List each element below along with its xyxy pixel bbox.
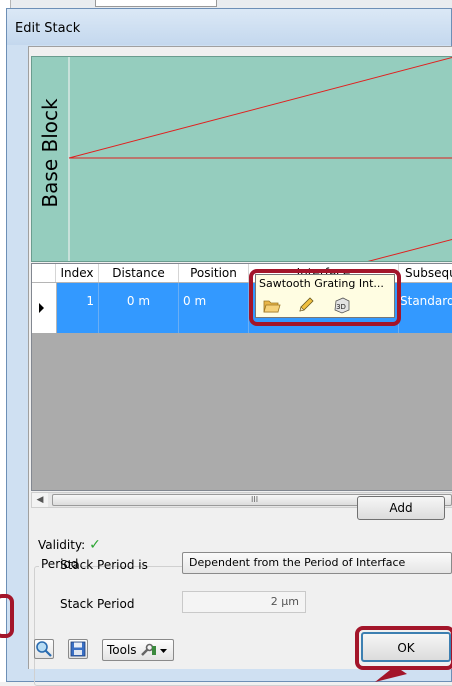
callout-arrow xyxy=(375,666,407,682)
cell-index[interactable]: 1 xyxy=(56,283,99,333)
stack-period-is-label: Stack Period is xyxy=(60,558,148,572)
sawtooth-edge-lower xyxy=(367,239,452,261)
interface-highlight-callout xyxy=(249,269,401,326)
save-button[interactable] xyxy=(68,639,88,659)
add-button[interactable]: Add xyxy=(357,496,445,520)
tools-label: Tools xyxy=(107,643,137,657)
validity-label: Validity: xyxy=(38,538,86,552)
stack-period-dropdown[interactable]: Dependent from the Period of Interface xyxy=(182,552,452,574)
column-header-index[interactable]: Index xyxy=(56,264,99,282)
checkmark-icon: ✓ xyxy=(89,537,101,553)
column-header-subsequent[interactable]: Subsequ xyxy=(399,264,452,282)
sawtooth-edge-upper xyxy=(68,57,452,159)
background-tab xyxy=(95,0,217,7)
title-bar[interactable]: Edit Stack xyxy=(7,9,451,45)
row-header-corner xyxy=(32,264,56,282)
stack-period-field: 2 µm xyxy=(182,591,306,613)
scroll-left-button[interactable]: ◀ xyxy=(32,493,48,507)
dialog-client-area: Base Block Index Distance Position Inter… xyxy=(28,46,452,686)
preview-graphic xyxy=(68,57,452,261)
search-button[interactable] xyxy=(34,639,54,659)
column-header-distance[interactable]: Distance xyxy=(99,264,179,282)
magnifier-icon xyxy=(36,641,52,657)
stack-period-label: Stack Period xyxy=(60,597,135,611)
tools-menu-button[interactable]: Tools xyxy=(102,639,174,661)
scroll-grip: III xyxy=(251,495,259,504)
stack-preview: Base Block xyxy=(31,56,452,262)
cell-distance[interactable]: 0 m xyxy=(99,283,179,333)
cell-subsequent[interactable]: Standard xyxy=(399,283,452,333)
current-row-arrow-icon xyxy=(39,303,44,313)
tools-dropdown-icon xyxy=(141,643,167,656)
dialog-title: Edit Stack xyxy=(15,21,81,36)
validity-indicator: Validity: ✓ xyxy=(38,537,101,553)
cell-position[interactable]: 0 m xyxy=(179,283,249,333)
ok-button[interactable]: OK xyxy=(361,632,451,662)
column-header-position[interactable]: Position xyxy=(179,264,249,282)
background-highlight-callout xyxy=(0,594,14,638)
row-selector[interactable] xyxy=(32,283,57,333)
floppy-disk-icon xyxy=(70,641,86,657)
